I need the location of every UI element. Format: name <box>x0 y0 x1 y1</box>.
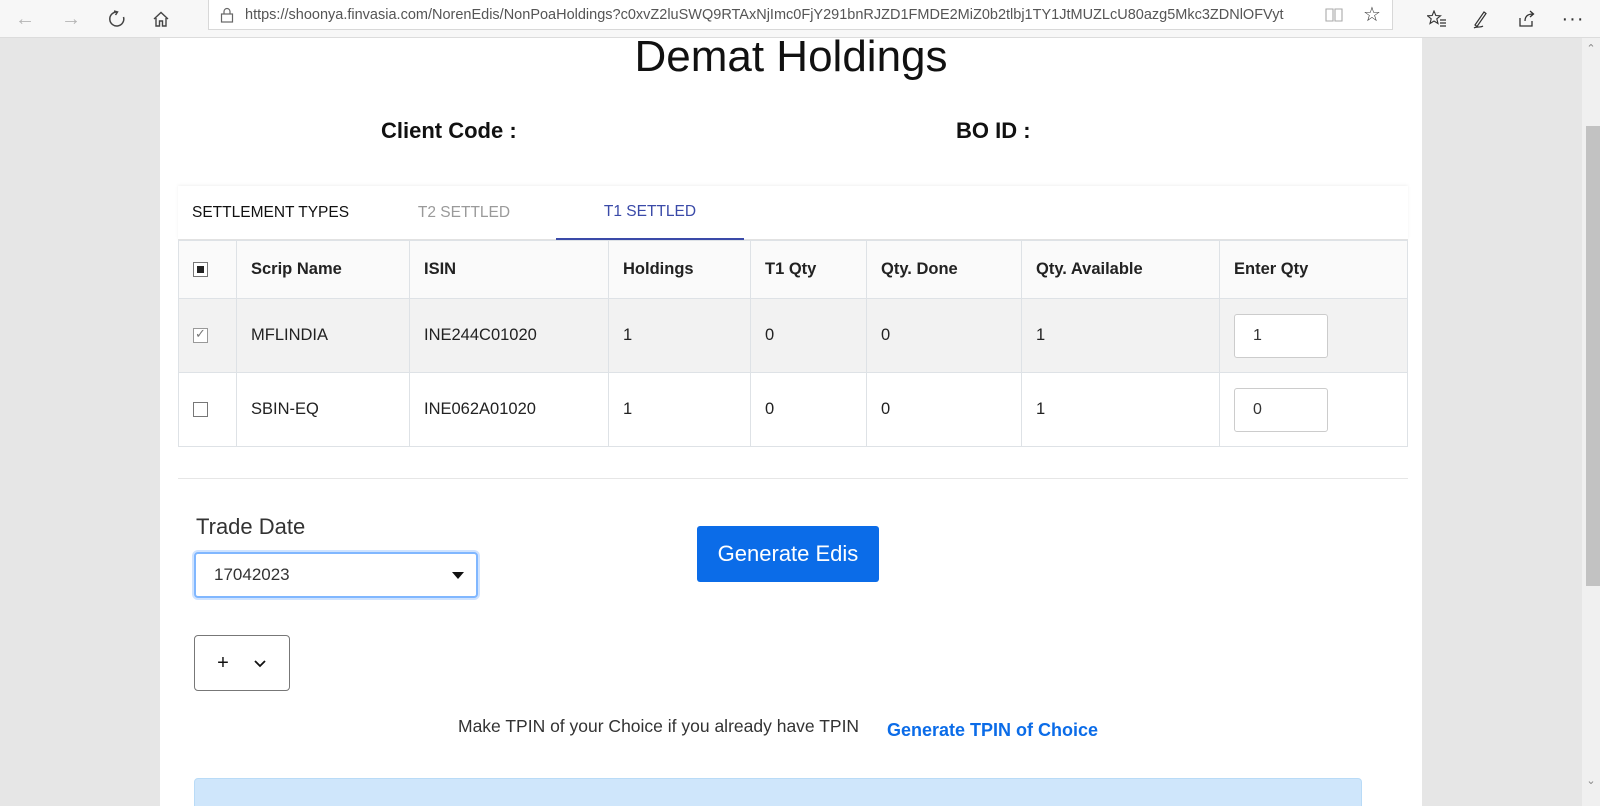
back-icon[interactable]: ← <box>10 4 40 34</box>
chevron-down-icon <box>253 652 267 675</box>
holdings-cell: 1 <box>608 298 751 373</box>
holdings-table: Scrip Name ISIN Holdings T1 Qty Qty. Don… <box>178 240 1408 447</box>
enter-qty-cell <box>1219 298 1408 373</box>
dropdown-caret-icon <box>452 572 464 579</box>
tab-t1-settled[interactable]: T1 SETTLED <box>556 186 744 240</box>
enter-qty-input[interactable] <box>1234 387 1328 432</box>
tpin-info-text: Make TPIN of your Choice if you already … <box>458 716 860 736</box>
favorites-list-icon[interactable] <box>1420 4 1454 34</box>
row-select-cell <box>178 298 237 373</box>
scroll-up-icon[interactable]: ⌃ <box>1586 42 1596 55</box>
qty-available-cell: 1 <box>1021 298 1220 373</box>
header-isin: ISIN <box>409 240 609 299</box>
row-checkbox[interactable] <box>193 402 208 418</box>
enter-qty-input[interactable] <box>1234 313 1328 358</box>
select-all-checkbox[interactable] <box>193 262 208 278</box>
qty-available-cell: 1 <box>1021 372 1220 447</box>
share-icon[interactable] <box>1510 4 1544 34</box>
generate-edis-button[interactable]: Generate Edis <box>697 526 879 582</box>
lock-icon <box>209 7 245 23</box>
header-qty-done: Qty. Done <box>866 240 1022 299</box>
forward-icon[interactable]: → <box>56 4 86 34</box>
plus-icon: + <box>217 651 229 674</box>
settlement-tabs: SETTLEMENT TYPES T2 SETTLED T1 SETTLED <box>178 186 1408 240</box>
t1-qty-cell: 0 <box>750 298 867 373</box>
trade-date-select[interactable]: 17042023 <box>194 552 478 598</box>
select-all-cell <box>178 240 237 299</box>
header-t1-qty: T1 Qty <box>750 240 867 299</box>
content-panel: Demat Holdings Client Code : BO ID : SET… <box>160 38 1422 806</box>
address-bar[interactable]: https://shoonya.finvasia.com/NorenEdis/N… <box>208 0 1393 30</box>
reading-view-icon[interactable] <box>1316 7 1352 23</box>
tab-t2-settled[interactable]: T2 SETTLED <box>374 186 554 240</box>
trade-date-value: 17042023 <box>214 565 290 584</box>
section-divider <box>178 478 1408 479</box>
refresh-icon[interactable] <box>102 4 132 34</box>
scrollbar-thumb[interactable] <box>1586 126 1600 586</box>
header-enter-qty: Enter Qty <box>1219 240 1408 299</box>
tab-settlement-types: SETTLEMENT TYPES <box>192 204 350 221</box>
trade-date-label: Trade Date <box>196 514 306 539</box>
header-qty-available: Qty. Available <box>1021 240 1220 299</box>
table-header-row: Scrip Name ISIN Holdings T1 Qty Qty. Don… <box>178 240 1408 299</box>
enter-qty-cell <box>1219 372 1408 447</box>
url-text[interactable]: https://shoonya.finvasia.com/NorenEdis/N… <box>245 7 1316 23</box>
holdings-cell: 1 <box>608 372 751 447</box>
header-scrip-name: Scrip Name <box>236 240 410 299</box>
info-alert-box <box>194 778 1362 806</box>
row-select-cell <box>178 372 237 447</box>
browser-toolbar: ← → https://shoonya.finvasia.com/NorenEd… <box>0 0 1600 38</box>
generate-tpin-link[interactable]: Generate TPIN of Choice <box>887 720 1098 741</box>
qty-done-cell: 0 <box>866 372 1022 447</box>
row-checkbox-checked[interactable] <box>193 326 208 344</box>
isin-cell: INE244C01020 <box>409 298 609 373</box>
home-icon[interactable] <box>146 4 176 34</box>
table-row: MFLINDIA INE244C01020 1 0 0 1 <box>178 298 1408 373</box>
qty-done-cell: 0 <box>866 298 1022 373</box>
header-holdings: Holdings <box>608 240 751 299</box>
scrip-name-cell: MFLINDIA <box>236 298 410 373</box>
scroll-down-icon[interactable]: ⌄ <box>1586 774 1596 787</box>
page-title: Demat Holdings <box>634 38 948 81</box>
scrip-name-cell: SBIN-EQ <box>236 372 410 447</box>
add-dropdown-button[interactable]: + <box>194 635 290 691</box>
page-viewport: Demat Holdings Client Code : BO ID : SET… <box>0 38 1582 806</box>
vertical-scrollbar[interactable]: ⌃ ⌄ <box>1582 38 1600 806</box>
pen-icon[interactable] <box>1464 4 1498 34</box>
client-code-label: Client Code : <box>381 118 517 143</box>
t1-qty-cell: 0 <box>750 372 867 447</box>
bo-id-label: BO ID : <box>956 118 1031 143</box>
favorite-star-icon[interactable]: ☆ <box>1352 2 1392 27</box>
isin-cell: INE062A01020 <box>409 372 609 447</box>
more-icon[interactable]: ··· <box>1556 4 1590 34</box>
table-row: SBIN-EQ INE062A01020 1 0 0 1 <box>178 372 1408 447</box>
